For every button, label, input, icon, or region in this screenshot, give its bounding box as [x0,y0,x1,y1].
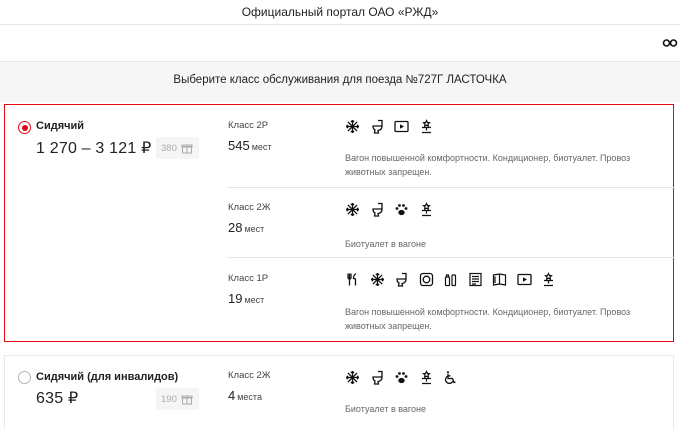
service-class-card-disabled[interactable]: Сидячий (для инвалидов) 635 ₽ 190 Класс … [4,355,674,429]
toilet-icon [370,370,385,385]
bonus-points-badge: 380 [156,137,199,159]
toilet-icon [370,202,385,217]
price-range: 635 ₽ [36,390,79,407]
select-class-text: Выберите класс обслуживания для поезда №… [173,74,507,86]
snowflake-icon [345,119,360,134]
seats-number: 4 [228,388,236,403]
portal-topbar: Официальный портал ОАО «РЖД» [0,0,680,25]
bonus-points-badge: 190 [156,388,199,410]
bonus-points-value: 380 [161,142,177,154]
amenity-icons [345,202,434,217]
car-class-label: Класс 2Ж [228,202,271,213]
accessibility-icon [419,119,434,134]
video-icon [516,272,532,287]
seats-number: 19 [228,291,243,306]
car-class-row[interactable]: Класс 2Ж 4 места Биотуалет в вагоне [227,356,675,429]
amenity-icons [345,272,556,287]
seats-unit: мест [244,224,265,234]
car-description: Вагон повышенной комфортности. Кондицион… [345,307,631,331]
seats-unit: мест [251,142,272,152]
car-class-row[interactable]: Класс 2Ж 28 мест Биотуалет в вагоне [227,188,675,258]
snowflake-icon [370,272,385,287]
wheelchair-icon [443,370,458,385]
car-description: Биотуалет в вагоне [345,404,426,414]
glasses-icon[interactable] [662,35,678,51]
seats-number: 28 [228,220,243,235]
service-class-header: Выберите класс обслуживания для поезда №… [0,62,680,102]
fork-knife-icon [345,272,360,287]
car-class-row[interactable]: Класс 2Р 545 мест Вагон повышенной комфор… [227,105,675,188]
snowflake-icon [345,202,360,217]
accessibility-icon [419,370,434,385]
car-description: Вагон повышенной комфортности. Кондицион… [345,153,631,177]
seats-number: 545 [228,138,250,153]
service-class-name: Сидячий (для инвалидов) [36,371,179,383]
amenity-icons [345,370,458,385]
pet-icon [394,370,409,385]
seats-unit: мест [244,295,265,305]
car-class-label: Класс 2Ж [228,370,271,381]
gift-icon [181,144,193,154]
accessibility-icon [419,202,434,217]
hygiene-icon [443,272,458,287]
toilet-icon [370,119,385,134]
service-class-card-seated[interactable]: Сидячий 1 270 – 3 121 ₽ 380 Класс 2Р 545… [4,104,675,343]
service-class-name: Сидячий [36,120,85,132]
snowflake-icon [345,370,360,385]
book-icon [492,272,507,287]
car-class-label: Класс 1Р [228,273,269,284]
seats-count: 4 места [228,388,262,403]
accessibility-icon [541,272,556,287]
bonus-points-value: 190 [161,393,177,405]
car-class-label: Класс 2Р [228,120,269,131]
toilet-icon [394,272,409,287]
gift-icon [181,395,193,405]
amenity-icons [345,119,434,134]
navbar [0,25,680,62]
car-class-row[interactable]: Класс 1Р 19 мест Вагон повышенной комфорт… [227,258,675,343]
seats-count: 19 мест [228,291,264,306]
seats-count: 28 мест [228,220,264,235]
service-class-radio[interactable] [18,371,31,384]
car-description: Биотуалет в вагоне [345,239,426,249]
pet-icon [394,202,409,217]
seats-unit: места [237,392,262,402]
socket-icon [419,272,434,287]
price-range: 1 270 – 3 121 ₽ [36,140,152,157]
service-class-radio[interactable] [18,121,31,134]
portal-title: Официальный портал ОАО «РЖД» [241,5,439,19]
video-icon [394,119,409,134]
newspaper-icon [468,272,483,287]
seats-count: 545 мест [228,138,272,153]
